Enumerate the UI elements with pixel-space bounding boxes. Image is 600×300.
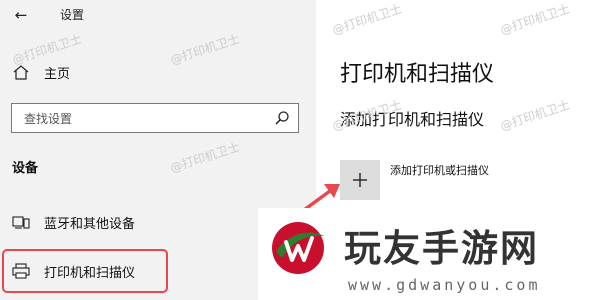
search-placeholder: 查找设置: [24, 112, 73, 126]
page-title: 打印机和扫描仪: [340, 62, 495, 87]
section-heading-devices: 设备: [12, 161, 39, 176]
site-banner: 玩友手游网 www.gdwanyou.com: [258, 208, 600, 300]
search-icon[interactable]: [274, 110, 290, 126]
wanyou-logo: [272, 222, 324, 274]
bluetooth-devices-icon: [12, 216, 30, 229]
add-printer-button[interactable]: [340, 160, 380, 200]
banner-url: www.gdwanyou.com: [348, 276, 541, 294]
app-title: 设置: [60, 8, 85, 22]
arrow-left-icon[interactable]: ←: [10, 5, 32, 25]
plus-icon: [353, 173, 367, 187]
sidebar-item-home[interactable]: 主页: [0, 57, 316, 87]
search-input[interactable]: 查找设置: [11, 103, 299, 133]
sidebar-item-label: 主页: [44, 67, 71, 82]
sidebar-item-label: 蓝牙和其他设备: [44, 217, 136, 232]
highlight-box: [2, 249, 168, 293]
banner-brand: 玩友手游网: [344, 226, 539, 270]
add-printer-label[interactable]: 添加打印机或扫描仪: [390, 162, 489, 178]
